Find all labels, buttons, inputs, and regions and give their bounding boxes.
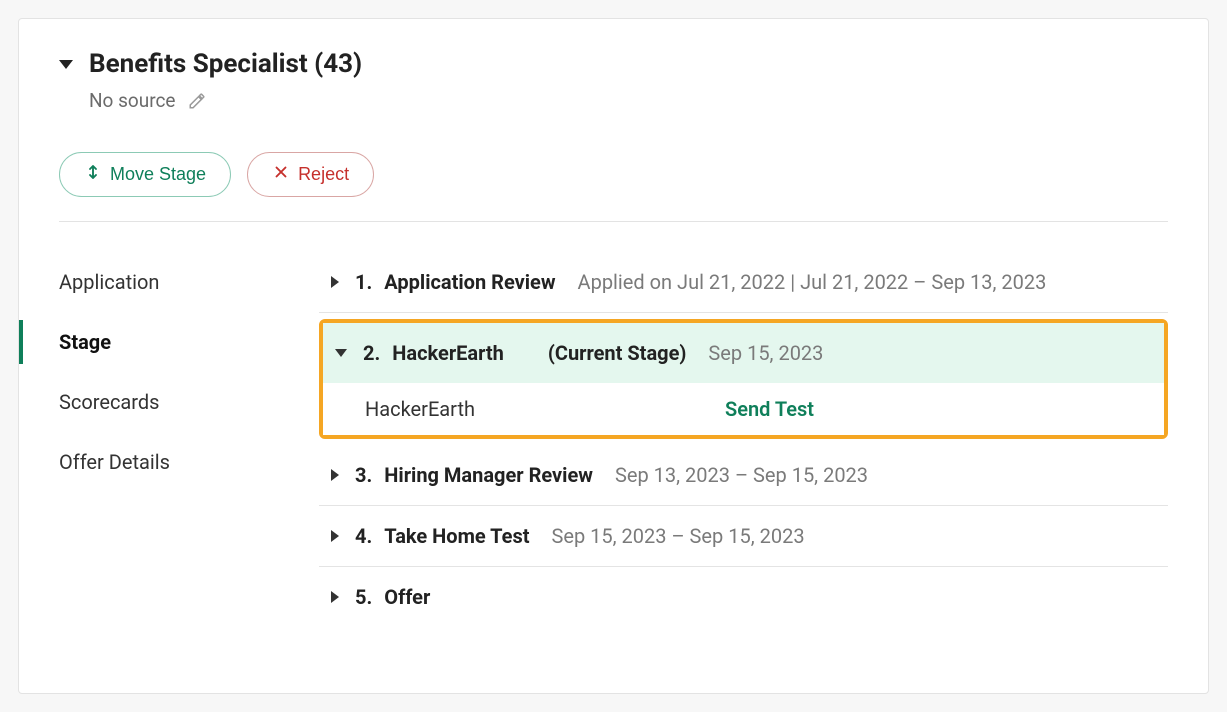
stage-name: Hiring Manager Review — [384, 463, 593, 487]
expand-caret-icon[interactable] — [331, 530, 339, 542]
body: Application Stage Scorecards Offer Detai… — [59, 252, 1168, 627]
sidebar-item-stage[interactable]: Stage — [59, 312, 259, 372]
pencil-icon[interactable] — [188, 92, 206, 110]
stage-number: 3. — [355, 463, 372, 487]
job-title: Benefits Specialist (43) — [89, 49, 362, 79]
stage-number: 2. — [363, 341, 380, 365]
reject-button[interactable]: Reject — [247, 152, 374, 197]
stage-row-application-review[interactable]: 1. Application Review Applied on Jul 21,… — [319, 252, 1168, 313]
stage-meta: Sep 13, 2023 – Sep 15, 2023 — [615, 463, 868, 487]
candidate-card: Benefits Specialist (43) No source Move … — [18, 18, 1209, 694]
highlighted-current-stage: 2. HackerEarth (Current Stage) Sep 15, 2… — [319, 319, 1168, 439]
reject-label: Reject — [298, 164, 349, 185]
stage-row-take-home-test[interactable]: 4. Take Home Test Sep 15, 2023 – Sep 15,… — [319, 506, 1168, 567]
sidebar-item-offer-details[interactable]: Offer Details — [59, 432, 259, 492]
sidebar-item-scorecards[interactable]: Scorecards — [59, 372, 259, 432]
move-stage-icon — [84, 163, 102, 186]
send-test-link[interactable]: Send Test — [725, 397, 814, 421]
divider — [59, 221, 1168, 222]
stages-list: 1. Application Review Applied on Jul 21,… — [319, 252, 1168, 627]
stage-sub-row: HackerEarth Send Test — [323, 383, 1164, 435]
expand-caret-icon[interactable] — [331, 276, 339, 288]
stage-name: Application Review — [384, 270, 555, 294]
stage-row-hiring-manager-review[interactable]: 3. Hiring Manager Review Sep 13, 2023 – … — [319, 445, 1168, 506]
move-stage-button[interactable]: Move Stage — [59, 152, 231, 197]
stage-meta: Sep 15, 2023 — [708, 341, 823, 365]
sidebar: Application Stage Scorecards Offer Detai… — [59, 252, 259, 627]
action-buttons: Move Stage Reject — [59, 152, 1168, 197]
stage-row-hackerearth[interactable]: 2. HackerEarth (Current Stage) Sep 15, 2… — [323, 323, 1164, 383]
stage-name: Take Home Test — [384, 524, 529, 548]
stage-name: Offer — [384, 585, 430, 609]
stage-number: 1. — [355, 270, 372, 294]
expand-caret-icon[interactable] — [331, 469, 339, 481]
expand-caret-icon[interactable] — [331, 591, 339, 603]
stage-meta: Sep 15, 2023 – Sep 15, 2023 — [552, 524, 805, 548]
source-text: No source — [89, 89, 176, 112]
collapse-caret-icon[interactable] — [59, 60, 73, 69]
stage-row-offer[interactable]: 5. Offer — [319, 567, 1168, 627]
collapse-caret-icon[interactable] — [335, 349, 347, 357]
stage-number: 5. — [355, 585, 372, 609]
current-stage-tag: (Current Stage) — [548, 341, 687, 365]
source-row: No source — [89, 89, 1168, 112]
sub-stage-name: HackerEarth — [365, 397, 725, 421]
move-stage-label: Move Stage — [110, 164, 206, 185]
sidebar-item-application[interactable]: Application — [59, 252, 259, 312]
header-row: Benefits Specialist (43) — [59, 49, 1168, 79]
stage-meta: Applied on Jul 21, 2022 | Jul 21, 2022 –… — [578, 270, 1047, 294]
stage-number: 4. — [355, 524, 372, 548]
stage-name: HackerEarth — [392, 341, 504, 365]
reject-icon — [272, 163, 290, 186]
